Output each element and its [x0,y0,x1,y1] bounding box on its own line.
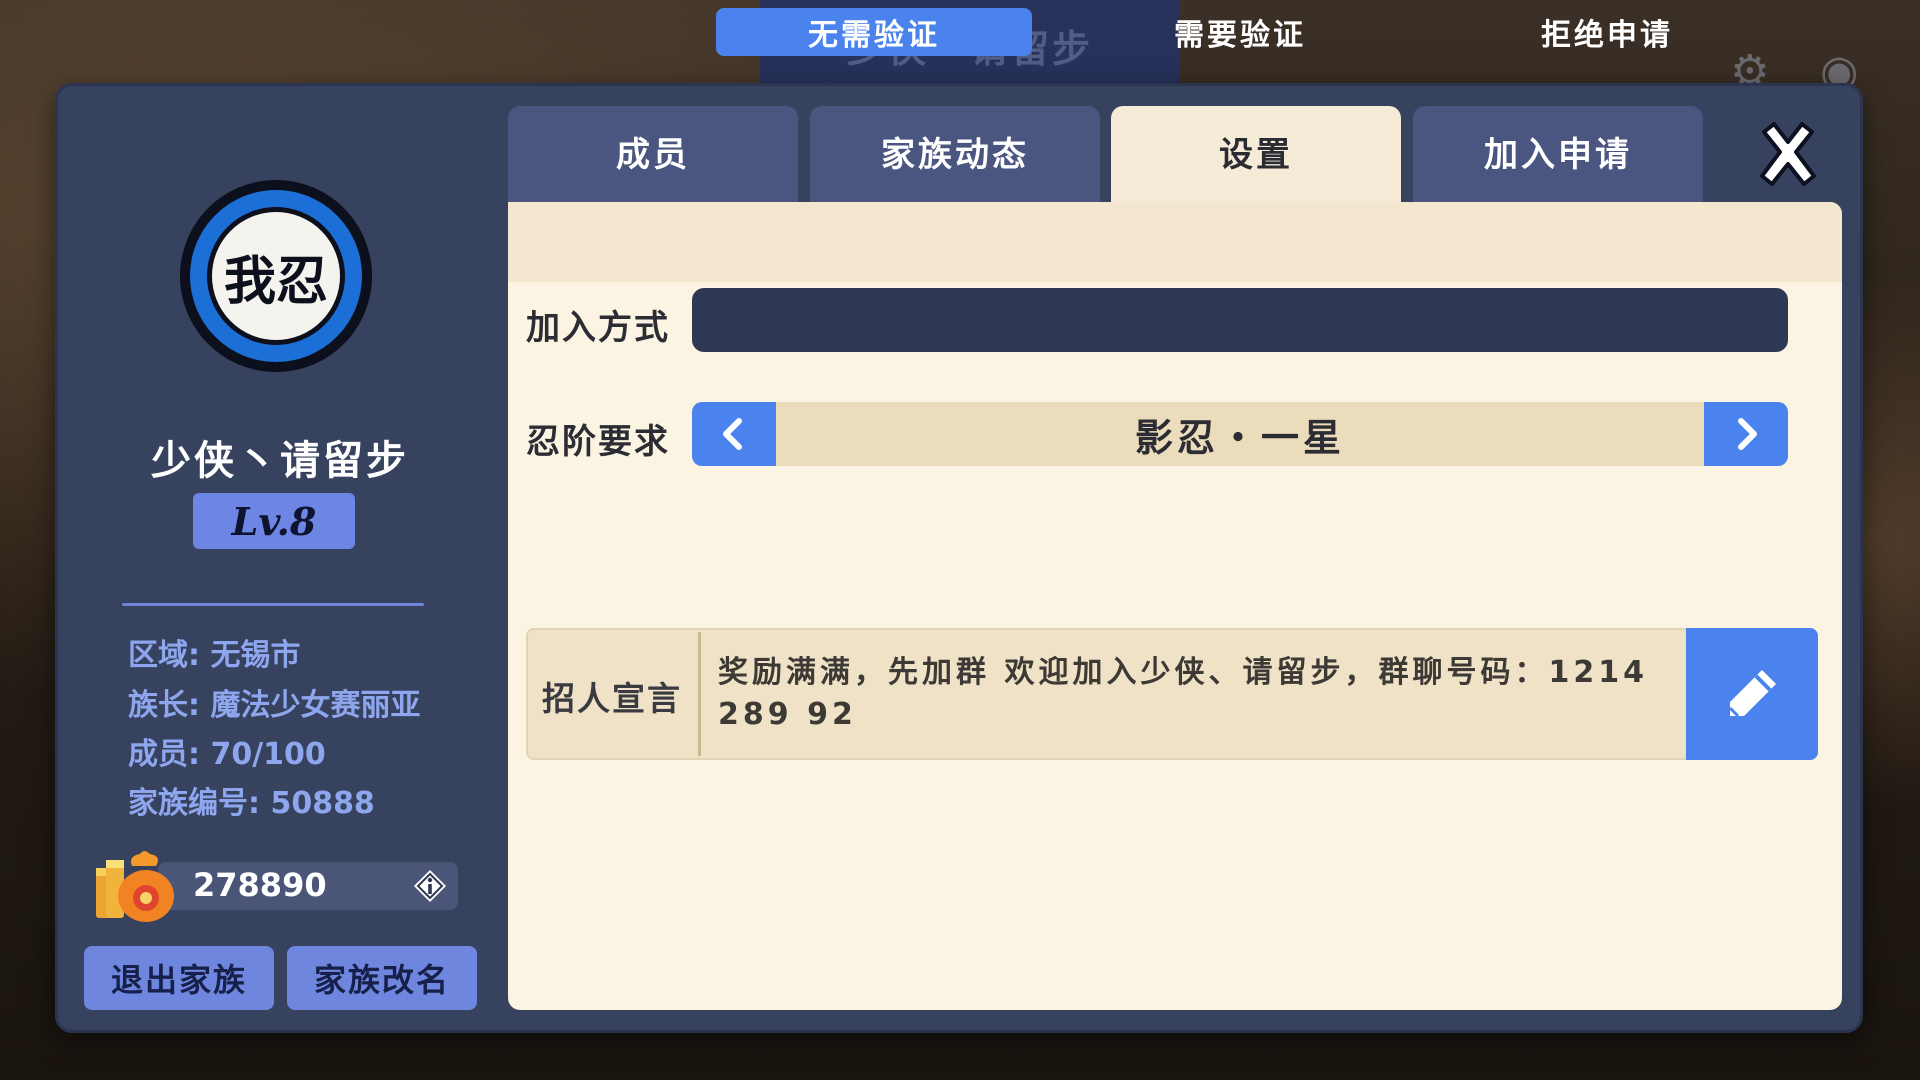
join-option-need-verification[interactable]: 需要验证 [1082,8,1398,56]
clan-region: 区域: 无锡市 [128,638,301,673]
clan-name: 少侠丶请留步 [151,438,409,484]
rank-requirement-label: 忍阶要求 [526,422,670,462]
info-icon[interactable] [412,868,448,904]
recruitment-slogan-text: 奖励满满，先加群 欢迎加入少侠、请留步，群聊号码：1214289 92 [718,655,1648,732]
recruitment-slogan-label: 招人宣言 [542,679,682,718]
rank-requirement-value: 影忍・一星 [1134,415,1345,460]
join-option-no-verification[interactable]: 无需验证 [716,8,1032,56]
close-icon[interactable] [1752,118,1824,190]
clan-members: 成员: 70/100 [128,737,326,772]
coin-bag-icon [96,851,174,922]
pencil-icon [1728,670,1776,718]
rank-next-button[interactable] [1704,402,1788,466]
tab-clan-activity[interactable]: 家族动态 [810,106,1100,202]
rename-clan-button[interactable]: 家族改名 [287,946,477,1010]
rank-prev-button[interactable] [692,402,776,466]
slogan-separator [698,632,701,756]
clan-level-badge: Lv.8 [193,493,355,549]
settings-header-band [508,202,1842,282]
tab-join-requests[interactable]: 加入申请 [1413,106,1703,202]
divider [122,603,424,606]
clan-funds-value: 278890 [193,866,327,904]
clan-id: 家族编号: 50888 [128,786,375,821]
edit-slogan-button[interactable] [1686,628,1818,760]
clan-leader: 族长: 魔法少女赛丽亚 [128,688,421,723]
join-option-reject[interactable]: 拒绝申请 [1449,8,1765,56]
clan-emblem: 我忍 [180,180,372,372]
clan-emblem-text: 我忍 [207,207,345,345]
join-method-label: 加入方式 [526,308,670,348]
leave-clan-button[interactable]: 退出家族 [84,946,274,1010]
chevron-left-icon [723,418,742,450]
tab-settings[interactable]: 设置 [1111,106,1401,202]
join-method-selector [692,288,1788,352]
tab-members[interactable]: 成员 [508,106,798,202]
chevron-right-icon [1738,418,1757,450]
